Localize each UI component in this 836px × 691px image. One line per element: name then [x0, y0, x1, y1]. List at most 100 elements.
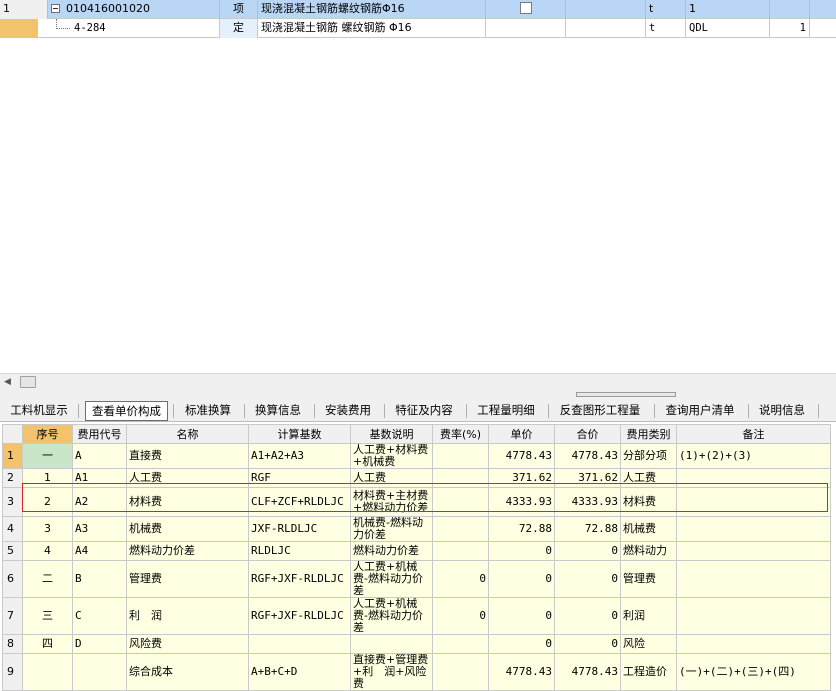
base-desc-cell[interactable]: 直接费+管理费+利 润+风险费	[350, 653, 433, 691]
quota-type[interactable]: 定	[220, 19, 258, 38]
total-price-cell[interactable]: 4778.43	[554, 653, 621, 691]
remark-cell[interactable]	[676, 487, 831, 517]
unit-price-cell[interactable]: 0	[488, 560, 555, 598]
quota-row[interactable]: 4-284 定 现浇混凝土钢筋 螺纹钢筋 Φ16 t QDL 1	[0, 19, 836, 38]
header-remark[interactable]: 备注	[676, 424, 831, 444]
total-price-cell[interactable]: 0	[554, 597, 621, 635]
calc-base-cell[interactable]	[248, 634, 351, 654]
base-desc-cell[interactable]: 人工费	[350, 468, 433, 488]
table-row[interactable]: 2 1 A1 人工费 RGF 人工费 371.62 371.62 人工费	[2, 468, 831, 488]
total-price-cell[interactable]: 4778.43	[554, 443, 621, 469]
calc-base-cell[interactable]: CLF+ZCF+RLDLJC	[248, 487, 351, 517]
unit-price-cell[interactable]: 0	[488, 634, 555, 654]
rate-cell[interactable]	[432, 653, 489, 691]
rate-cell[interactable]: 0	[432, 597, 489, 635]
seq-cell[interactable]: 四	[22, 634, 73, 654]
tab-installation-fee[interactable]: 安装费用	[320, 401, 376, 421]
item-checkbox-cell[interactable]	[486, 0, 566, 19]
base-desc-cell[interactable]: 材料费+主材费+燃料动力价差	[350, 487, 433, 517]
total-price-cell[interactable]: 0	[554, 560, 621, 598]
total-price-cell[interactable]: 0	[554, 541, 621, 561]
rate-cell[interactable]	[432, 541, 489, 561]
name-cell[interactable]: 燃料动力价差	[126, 541, 249, 561]
unit-price-cell[interactable]: 4333.93	[488, 487, 555, 517]
unit-price-cell[interactable]: 0	[488, 597, 555, 635]
tab-reverse-graphic-quantity[interactable]: 反查图形工程量	[554, 401, 646, 421]
name-cell[interactable]: 直接费	[126, 443, 249, 469]
tab-quantity-detail[interactable]: 工程量明细	[472, 401, 540, 421]
tab-description-info[interactable]: 说明信息	[754, 401, 810, 421]
scroll-left-arrow-icon[interactable]: ◀	[4, 376, 14, 388]
name-cell[interactable]: 利 润	[126, 597, 249, 635]
table-row[interactable]: 6 二 B 管理费 RGF+JXF-RLDLJC 人工费+机械费-燃料动力价差 …	[2, 560, 831, 598]
remark-cell[interactable]: (一)+(二)+(三)+(四)	[676, 653, 831, 691]
tab-labor-material-machine[interactable]: 工料机显示	[6, 401, 72, 421]
seq-cell[interactable]: 一	[22, 443, 73, 469]
fee-category-cell[interactable]: 风险	[620, 634, 677, 654]
header-calc-base[interactable]: 计算基数	[248, 424, 351, 444]
table-row[interactable]: 1 一 A 直接费 A1+A2+A3 人工费+材料费+机械费 4778.43 4…	[2, 443, 831, 469]
base-desc-cell[interactable]: 燃料动力价差	[350, 541, 433, 561]
name-cell[interactable]: 管理费	[126, 560, 249, 598]
fee-code-cell[interactable]: A	[72, 443, 127, 469]
remark-cell[interactable]: (1)+(2)+(3)	[676, 443, 831, 469]
header-fee-code[interactable]: 费用代号	[72, 424, 127, 444]
unit-price-cell[interactable]: 4778.43	[488, 443, 555, 469]
quota-name[interactable]: 现浇混凝土钢筋 螺纹钢筋 Φ16	[258, 19, 486, 38]
rate-cell[interactable]	[432, 487, 489, 517]
rate-cell[interactable]	[432, 468, 489, 488]
fee-code-cell[interactable]: A3	[72, 516, 127, 542]
rate-cell[interactable]	[432, 516, 489, 542]
base-desc-cell[interactable]: 人工费+机械费-燃料动力价差	[350, 560, 433, 598]
table-row-selected[interactable]: 3 2 A2 材料费 CLF+ZCF+RLDLJC 材料费+主材费+燃料动力价差…	[2, 487, 831, 517]
name-cell[interactable]: 综合成本	[126, 653, 249, 691]
header-rate[interactable]: 费率(%)	[432, 424, 489, 444]
fee-category-cell[interactable]: 材料费	[620, 487, 677, 517]
fee-category-cell[interactable]: 人工费	[620, 468, 677, 488]
fee-category-cell[interactable]: 管理费	[620, 560, 677, 598]
fee-category-cell[interactable]: 燃料动力	[620, 541, 677, 561]
table-row[interactable]: 8 四 D 风险费 0 0 风险	[2, 634, 831, 654]
horizontal-scrollbar[interactable]: ◀	[0, 373, 836, 390]
unit-price-cell[interactable]: 4778.43	[488, 653, 555, 691]
seq-cell[interactable]: 二	[22, 560, 73, 598]
item-type[interactable]: 项	[220, 0, 258, 19]
header-unit-price[interactable]: 单价	[488, 424, 555, 444]
tab-query-user-list[interactable]: 查询用户清单	[660, 401, 740, 421]
header-fee-category[interactable]: 费用类别	[620, 424, 677, 444]
fee-code-cell[interactable]: A1	[72, 468, 127, 488]
calc-base-cell[interactable]: JXF-RLDLJC	[248, 516, 351, 542]
fee-category-cell[interactable]: 工程造价	[620, 653, 677, 691]
remark-cell[interactable]	[676, 634, 831, 654]
seq-cell[interactable]: 3	[22, 516, 73, 542]
fee-code-cell[interactable]: A2	[72, 487, 127, 517]
name-cell[interactable]: 材料费	[126, 487, 249, 517]
tab-standard-conversion[interactable]: 标准换算	[180, 401, 236, 421]
item-checkbox[interactable]	[519, 2, 532, 14]
fee-code-cell[interactable]: D	[72, 634, 127, 654]
collapse-icon[interactable]	[51, 4, 60, 13]
total-price-cell[interactable]: 371.62	[554, 468, 621, 488]
tab-features-content[interactable]: 特征及内容	[390, 401, 458, 421]
seq-cell[interactable]	[22, 653, 73, 691]
table-row[interactable]: 7 三 C 利 润 RGF+JXF-RLDLJC 人工费+机械费-燃料动力价差 …	[2, 597, 831, 635]
calc-base-cell[interactable]: A+B+C+D	[248, 653, 351, 691]
calc-base-cell[interactable]: RGF+JXF-RLDLJC	[248, 560, 351, 598]
header-name[interactable]: 名称	[126, 424, 249, 444]
calc-base-cell[interactable]: A1+A2+A3	[248, 443, 351, 469]
calc-base-cell[interactable]: RGF	[248, 468, 351, 488]
seq-cell[interactable]: 1	[22, 468, 73, 488]
rate-cell[interactable]	[432, 634, 489, 654]
total-price-cell[interactable]: 72.88	[554, 516, 621, 542]
unit-price-cell[interactable]: 371.62	[488, 468, 555, 488]
bill-item-row[interactable]: 1 010416001020 项 现浇混凝土钢筋螺纹钢筋Φ16 t 1	[0, 0, 836, 19]
base-desc-cell[interactable]: 人工费+机械费-燃料动力价差	[350, 597, 433, 635]
unit-price-cell[interactable]: 72.88	[488, 516, 555, 542]
remark-cell[interactable]	[676, 468, 831, 488]
fee-category-cell[interactable]: 机械费	[620, 516, 677, 542]
name-cell[interactable]: 机械费	[126, 516, 249, 542]
quota-amount[interactable]: 1	[770, 19, 810, 38]
fee-code-cell[interactable]	[72, 653, 127, 691]
quota-unit[interactable]: t	[646, 19, 686, 38]
rate-cell[interactable]	[432, 443, 489, 469]
